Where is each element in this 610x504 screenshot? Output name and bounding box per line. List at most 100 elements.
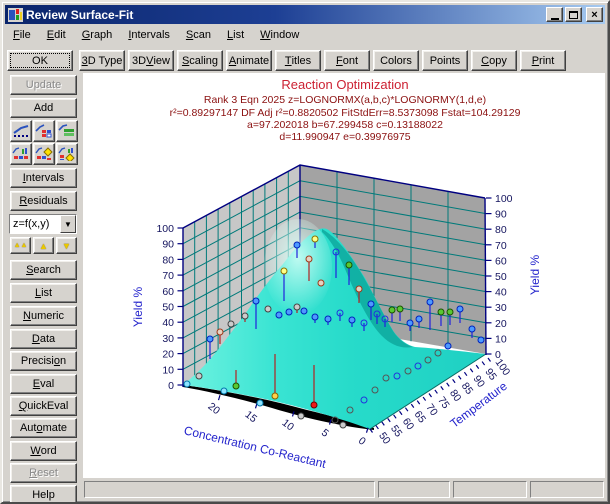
menu-window[interactable]: Window — [252, 27, 307, 44]
spin-up-button[interactable]: ▲ — [33, 237, 54, 254]
titles-button[interactable]: Titles — [275, 50, 321, 71]
ok-button[interactable]: OK — [7, 50, 73, 71]
svg-text:60: 60 — [162, 286, 174, 298]
precision-button[interactable]: Precision — [10, 351, 77, 371]
data-point — [276, 312, 282, 318]
svg-text:0: 0 — [168, 380, 174, 392]
residuals-button[interactable]: Residuals — [10, 191, 77, 211]
data-point — [325, 316, 331, 322]
data-point — [356, 286, 362, 292]
maximize-icon — [569, 11, 578, 19]
automate-button[interactable]: Automate — [10, 418, 77, 438]
fit-type-value: z=f(x,y) — [10, 215, 60, 233]
svg-text:5: 5 — [319, 427, 331, 440]
data-point — [445, 343, 451, 349]
dropdown-button[interactable]: ▼ — [60, 215, 76, 233]
chevron-down-icon: ▼ — [64, 220, 72, 229]
svg-text:10: 10 — [280, 417, 297, 434]
title-bar[interactable]: Review Surface-Fit × — [5, 5, 605, 24]
spin-down-button[interactable]: ▼ — [56, 237, 77, 254]
surface-plot: Reaction Optimization Rank 3 Eqn 2025 z=… — [84, 76, 605, 479]
menu-list[interactable]: List — [219, 27, 252, 44]
svg-text:50: 50 — [495, 271, 507, 283]
minimize-button[interactable] — [546, 7, 563, 22]
svg-text:40: 40 — [162, 317, 174, 329]
plot-params-line2: d=11.990947 e=0.39976975 — [279, 131, 410, 143]
data-point — [389, 307, 395, 313]
copy-button[interactable]: Copy — [471, 50, 517, 71]
sidebar: Update Add Intervals Residuals z=f(x,y) … — [4, 73, 83, 500]
menu-graph[interactable]: Graph — [74, 27, 121, 44]
graph-bars-diamond-button[interactable] — [56, 143, 78, 165]
data-point — [217, 329, 223, 335]
search-button[interactable]: Search — [10, 260, 77, 280]
graph-bars-table-button[interactable] — [10, 143, 32, 165]
colors-button[interactable]: Colors — [373, 50, 419, 71]
line-red-table-icon — [35, 124, 53, 138]
left-z-axis-title: Yield % — [131, 287, 145, 328]
surface-highlight — [264, 219, 332, 315]
graph-diamond-table-button[interactable] — [33, 143, 55, 165]
data-point — [340, 422, 346, 428]
spin-both-button[interactable]: ▲▲ — [10, 237, 31, 254]
data-button[interactable]: Data — [10, 329, 77, 349]
menu-scan[interactable]: Scan — [178, 27, 219, 44]
font-button[interactable]: Font — [324, 50, 370, 71]
status-panel — [378, 481, 450, 498]
quickeval-button[interactable]: QuickEval — [10, 396, 77, 416]
svg-text:80: 80 — [162, 254, 174, 266]
list-button[interactable]: List — [10, 283, 77, 303]
numeric-button[interactable]: Numeric — [10, 306, 77, 326]
update-button: Update — [10, 75, 77, 95]
data-point — [301, 308, 307, 314]
svg-text:10: 10 — [495, 333, 507, 345]
fit-type-dropdown[interactable]: z=f(x,y) ▼ — [9, 214, 77, 234]
data-point — [228, 321, 234, 327]
svg-text:90: 90 — [495, 209, 507, 221]
data-point — [438, 309, 444, 315]
close-button[interactable]: × — [586, 7, 603, 22]
svg-text:40: 40 — [495, 287, 507, 299]
3d-type-button[interactable]: 3D Type — [79, 50, 125, 71]
toolbar: OK 3D Type 3D View Scaling Animate Title… — [5, 47, 605, 73]
line-green-table-icon — [58, 124, 76, 138]
status-bar — [83, 479, 605, 499]
window-title: Review Surface-Fit — [26, 8, 544, 22]
data-point — [298, 413, 304, 419]
graph-scatter-line-button[interactable] — [10, 120, 32, 142]
data-point — [242, 313, 248, 319]
svg-text:70: 70 — [162, 270, 174, 282]
data-point — [311, 402, 317, 408]
data-point — [346, 262, 352, 268]
plot-params-line1: a=97.202018 b=67.299458 c=0.13188022 — [247, 119, 443, 131]
eval-button[interactable]: Eval — [10, 374, 77, 394]
plot-stats-line: r²=0.89297147 DF Adj r²=0.8820502 FitStd… — [170, 107, 521, 119]
add-button[interactable]: Add — [10, 98, 77, 118]
data-point — [416, 316, 422, 322]
word-button[interactable]: Word — [10, 441, 77, 461]
data-point — [294, 242, 300, 248]
menu-intervals[interactable]: Intervals — [120, 27, 178, 44]
menu-edit[interactable]: Edit — [39, 27, 74, 44]
status-panel — [84, 481, 375, 498]
svg-text:20: 20 — [495, 318, 507, 330]
data-point — [397, 306, 403, 312]
maximize-button[interactable] — [565, 7, 582, 22]
data-point — [257, 400, 263, 406]
data-point — [221, 388, 227, 394]
data-point — [457, 306, 463, 312]
app-icon — [8, 8, 23, 22]
help-button[interactable]: Help — [10, 485, 77, 504]
print-button[interactable]: Print — [520, 50, 566, 71]
graph-red-table-button[interactable] — [33, 120, 55, 142]
points-button[interactable]: Points — [422, 50, 468, 71]
3d-view-button[interactable]: 3D View — [128, 50, 174, 71]
scaling-button[interactable]: Scaling — [177, 50, 223, 71]
menu-file[interactable]: File — [5, 27, 39, 44]
data-point — [312, 236, 318, 242]
minimize-icon — [551, 18, 559, 20]
intervals-button[interactable]: Intervals — [10, 168, 77, 188]
graph-green-table-button[interactable] — [56, 120, 78, 142]
data-point — [469, 326, 475, 332]
animate-button[interactable]: Animate — [226, 50, 272, 71]
